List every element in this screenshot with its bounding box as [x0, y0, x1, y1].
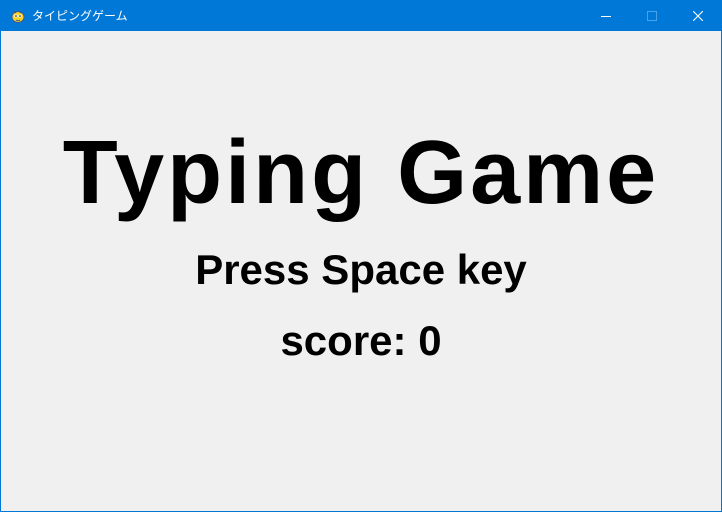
- maximize-icon: [647, 11, 657, 21]
- score-label: score:: [280, 317, 407, 364]
- game-canvas[interactable]: Typing Game Press Space key score: 0: [1, 31, 721, 511]
- start-prompt: Press Space key: [195, 246, 527, 293]
- pygame-snake-icon: [10, 8, 26, 24]
- maximize-button[interactable]: [629, 1, 675, 31]
- close-icon: [693, 11, 703, 21]
- app-window: タイピングゲーム Typing Game Press Space key sco…: [0, 0, 722, 512]
- close-button[interactable]: [675, 1, 721, 31]
- minimize-button[interactable]: [583, 1, 629, 31]
- minimize-icon: [601, 16, 611, 17]
- score-display: score: 0: [1, 316, 721, 366]
- window-title: タイピングゲーム: [32, 9, 128, 23]
- score-value: 0: [418, 317, 442, 364]
- title-bar[interactable]: タイピングゲーム: [1, 1, 721, 31]
- game-title: Typing Game: [62, 123, 660, 223]
